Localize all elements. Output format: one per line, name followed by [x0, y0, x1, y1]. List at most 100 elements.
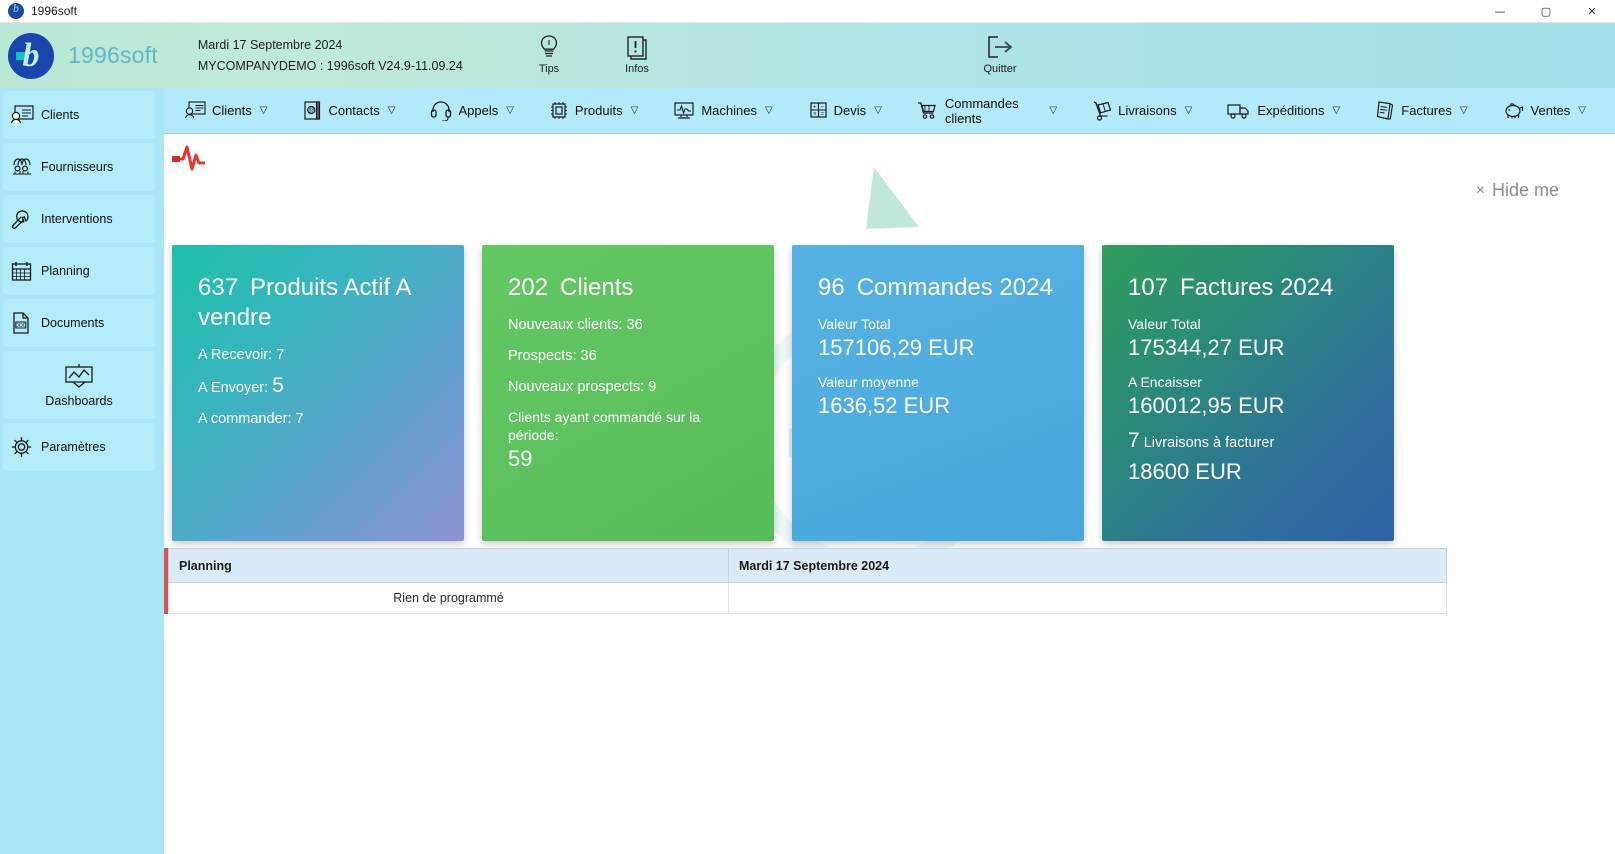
chart-board-icon: [60, 362, 98, 392]
sidebar-item-interventions[interactable]: Interventions: [3, 195, 155, 243]
suppliers-icon: [9, 156, 35, 178]
chevron-down-icon[interactable]: ▽: [874, 105, 882, 116]
card-stat-label: Valeur Total: [818, 316, 891, 332]
minimize-button[interactable]: —: [1477, 0, 1523, 23]
contact-card-icon: [183, 100, 207, 121]
card-row-value: 9: [648, 379, 657, 395]
hide-me-button[interactable]: × Hide me: [1476, 180, 1559, 201]
card-row: Prospects: 36: [508, 346, 752, 366]
exit-arrow-icon: [984, 31, 1016, 61]
planning-panel: Planning Mardi 17 Septembre 2024 Rien de…: [164, 548, 1447, 614]
ribbon-item-devis[interactable]: + − × = Devis ▽: [802, 96, 887, 125]
app-header: 1996soft Mardi 17 Septembre 2024 MYCOMPA…: [0, 23, 1615, 88]
gear-icon: [9, 435, 35, 459]
planning-table: Planning Mardi 17 Septembre 2024 Rien de…: [168, 548, 1447, 614]
ribbon-item-produits[interactable]: Produits ▽: [543, 96, 643, 125]
card-stat-label: A Encaisser: [1128, 374, 1202, 390]
chevron-down-icon[interactable]: ▽: [1578, 105, 1586, 116]
ribbon-item-factures[interactable]: Factures ▽: [1369, 96, 1472, 125]
sidebar-item-fournisseurs[interactable]: Fournisseurs: [3, 143, 155, 191]
card-row-value: 5: [272, 374, 284, 397]
chevron-down-icon[interactable]: ▽: [631, 105, 639, 116]
info-exclamation-icon: [625, 31, 649, 61]
maximize-button[interactable]: ▢: [1523, 0, 1569, 23]
window-titlebar: 1996soft — ▢ ✕: [0, 0, 1615, 23]
quit-button[interactable]: Quitter: [965, 31, 1035, 75]
ribbon-item-label: Contacts: [328, 103, 380, 118]
tips-button[interactable]: Tips: [520, 31, 578, 75]
ribbon-item-commandes-clients[interactable]: Commandes clients ▽: [911, 92, 1062, 130]
card-title: 107 Factures 2024: [1128, 273, 1372, 303]
planning-cell-date: [728, 582, 1447, 614]
headset-icon: [429, 100, 453, 121]
chevron-down-icon[interactable]: ▽: [765, 105, 773, 116]
table-header-row: Planning Mardi 17 Septembre 2024: [168, 548, 1447, 583]
ribbon-item-expeditions[interactable]: Expéditions ▽: [1221, 96, 1345, 125]
card-row-value: 7: [295, 411, 304, 427]
card-row-label: A Envoyer:: [198, 380, 269, 396]
sidebar-item-dashboards[interactable]: Dashboards: [3, 351, 155, 419]
ribbon-item-clients[interactable]: Clients ▽: [178, 96, 272, 125]
infos-button[interactable]: Infos: [608, 31, 666, 75]
decorative-triangle: [866, 167, 919, 229]
chevron-down-icon[interactable]: ▽: [1185, 105, 1193, 116]
brand-name: 1996soft: [68, 42, 158, 68]
card-row-label: A commander:: [198, 411, 292, 427]
ribbon-item-machines[interactable]: Machines ▽: [667, 96, 777, 125]
chip-icon: [548, 100, 570, 121]
sidebar-item-clients[interactable]: Clients: [3, 91, 155, 139]
card-row-value: 36: [580, 348, 597, 364]
kpi-card-clients[interactable]: 202 Clients Nouveaux clients: 36 Prospect…: [482, 245, 774, 541]
card-number: 96: [818, 274, 845, 301]
planning-col-header: Mardi 17 Septembre 2024: [728, 548, 1447, 583]
table-row[interactable]: Rien de programmé: [168, 582, 1447, 614]
piggy-bank-icon: [1502, 100, 1526, 121]
truck-icon: [1226, 100, 1252, 121]
card-stat-label: Valeur Total: [1128, 316, 1201, 332]
sidebar-item-label: Clients: [41, 108, 80, 122]
kpi-card-factures[interactable]: 107 Factures 2024 Valeur Total 175344,27 …: [1102, 245, 1394, 541]
sidebar-item-label: Planning: [41, 264, 90, 278]
ribbon-item-contacts[interactable]: @ Contacts ▽: [296, 96, 400, 125]
chevron-down-icon[interactable]: ▽: [1333, 105, 1341, 116]
card-extra-label: Clients ayant commandé sur la période:: [508, 409, 701, 443]
ribbon-item-label: Produits: [574, 103, 623, 118]
ribbon-item-appels[interactable]: Appels ▽: [424, 96, 518, 125]
ribbon-item-label: Machines: [701, 103, 757, 118]
heartbeat-icon: [170, 137, 214, 177]
cart-icon: [916, 100, 940, 121]
card-row-value: 36: [626, 317, 643, 333]
card-footer-value: 18600 EUR: [1128, 459, 1242, 484]
card-footer-count: 7: [1128, 429, 1140, 452]
kpi-card-produits[interactable]: 637 Produits Actif A vendre A Recevoir: 7…: [172, 245, 464, 541]
ribbon-item-label: Clients: [212, 103, 252, 118]
sidebar-item-parametres[interactable]: Paramètres: [3, 423, 155, 471]
dashboard-content: × Hide me 637 Produits Actif A vendre A R…: [164, 134, 1615, 854]
ribbon-item-livraisons[interactable]: Livraisons ▽: [1086, 96, 1197, 125]
monitor-icon: [672, 100, 696, 121]
chevron-down-icon[interactable]: ▽: [1460, 105, 1468, 116]
svg-text:DOC: DOC: [15, 323, 27, 329]
chevron-down-icon[interactable]: ▽: [506, 105, 514, 116]
chevron-down-icon[interactable]: ▽: [388, 105, 396, 116]
hand-truck-icon: [1091, 100, 1113, 121]
card-number: 637: [198, 274, 239, 301]
sidebar-item-label: Documents: [41, 316, 105, 330]
wrench-icon: [9, 208, 35, 230]
sidebar-item-label: Fournisseurs: [41, 160, 114, 174]
kpi-card-commandes[interactable]: 96 Commandes 2024 Valeur Total 157106,29 …: [792, 245, 1084, 541]
ribbon-item-ventes[interactable]: Ventes ▽: [1497, 96, 1591, 125]
kpi-cards: 637 Produits Actif A vendre A Recevoir: 7…: [172, 245, 1615, 541]
card-number: 202: [508, 274, 549, 301]
header-company-version: MYCOMPANYDEMO : 1996soft V24.9-11.09.24: [197, 58, 463, 73]
window-controls: — ▢ ✕: [1477, 0, 1615, 23]
card-stat-value: 175344,27 EUR: [1128, 335, 1285, 360]
chevron-down-icon[interactable]: ▽: [1049, 105, 1057, 116]
sidebar-item-documents[interactable]: DOC Documents: [3, 299, 155, 347]
card-title-text: Commandes 2024: [856, 274, 1053, 301]
chevron-down-icon[interactable]: ▽: [260, 105, 268, 116]
close-button[interactable]: ✕: [1569, 0, 1615, 23]
sidebar-item-planning[interactable]: Planning: [3, 247, 155, 295]
card-stat-value: 160012,95 EUR: [1128, 393, 1285, 418]
card-footer-row: 7 Livraisons à facturer: [1128, 429, 1372, 453]
